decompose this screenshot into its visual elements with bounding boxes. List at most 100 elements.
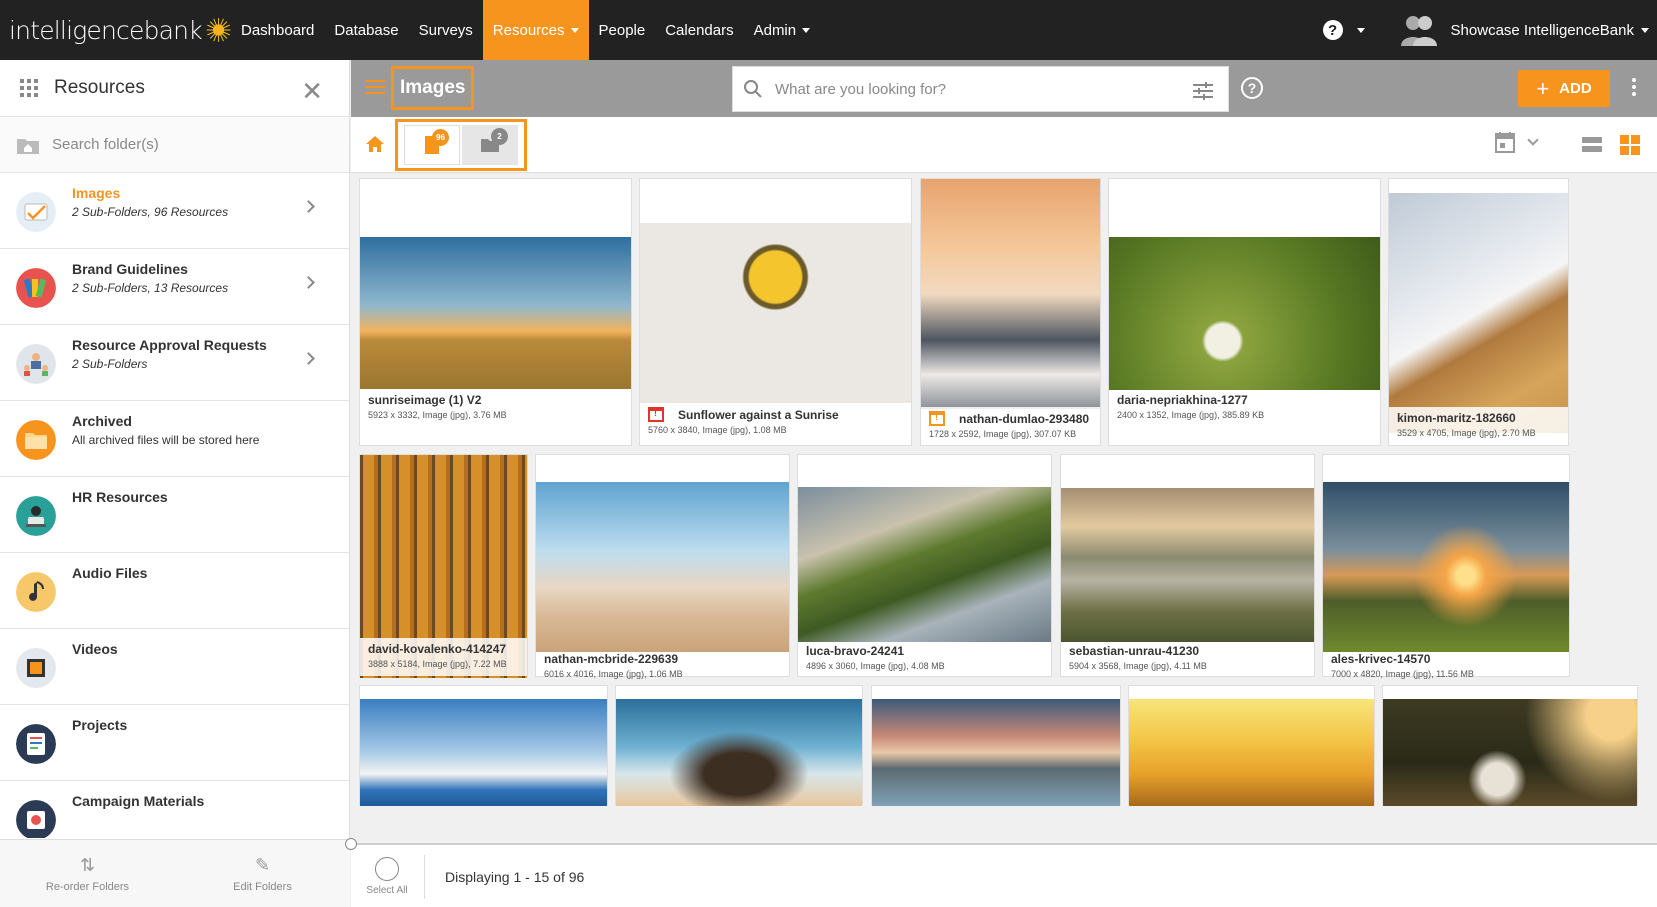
sun-logo-icon	[206, 18, 231, 42]
resource-thumbnail[interactable]	[1389, 193, 1568, 433]
resource-search[interactable]: What are you looking for?	[732, 66, 1229, 112]
filter-sliders-icon[interactable]	[1192, 81, 1214, 101]
folder-name: Campaign Materials	[72, 793, 205, 809]
archive-folder-icon	[16, 420, 56, 460]
date-sort-control[interactable]	[1495, 131, 1539, 153]
resource-meta: 3888 x 5184, Image (jpg), 7.22 MB	[368, 659, 507, 669]
folders-count-badge: 2	[491, 128, 508, 145]
resource-card[interactable]: luca-bravo-24241 4896 x 3060, Image (jpg…	[797, 454, 1052, 677]
resource-thumbnail[interactable]	[1129, 699, 1374, 806]
folders-filter-button[interactable]: 2	[462, 125, 518, 165]
resource-card[interactable]	[1128, 685, 1375, 806]
select-all-checkbox[interactable]	[375, 857, 399, 881]
nav-resources[interactable]: Resources	[482, 0, 589, 60]
nav-admin[interactable]: Admin	[744, 0, 821, 60]
select-all-button[interactable]: Select All	[365, 857, 409, 896]
list-view-icon[interactable]	[1582, 137, 1602, 153]
folder-item-projects[interactable]: Projects	[0, 705, 349, 781]
folder-subtitle: All archived files will be stored here	[72, 433, 260, 447]
folder-item-videos[interactable]: Videos	[0, 629, 349, 705]
help-icon[interactable]: ?	[1322, 20, 1343, 40]
chevron-down-icon	[1527, 134, 1539, 146]
reorder-folders-button[interactable]: ⇅ Re-order Folders	[0, 840, 175, 907]
resource-card[interactable]	[359, 685, 608, 806]
campaign-materials-icon	[16, 800, 56, 838]
resource-thumbnail[interactable]	[872, 699, 1120, 806]
view-toolbar: 96 2	[351, 117, 1657, 173]
intelligencebank-logo[interactable]: intelligencebank	[0, 0, 231, 60]
resource-card[interactable]: sebastian-unrau-41230 5904 x 3568, Image…	[1060, 454, 1315, 677]
resource-gallery: sunriseimage (1) V2 5923 x 3332, Image (…	[351, 173, 1657, 843]
resource-card[interactable]: sunriseimage (1) V2 5923 x 3332, Image (…	[359, 178, 632, 446]
chevron-right-icon[interactable]	[302, 352, 315, 365]
chevron-right-icon[interactable]	[302, 276, 315, 289]
folder-list: Images 2 Sub-Folders, 96 Resources Brand…	[0, 173, 349, 838]
hr-resources-icon	[16, 496, 56, 536]
more-options-icon[interactable]	[1632, 78, 1636, 99]
folder-name: Audio Files	[72, 565, 148, 581]
files-filter-button[interactable]: 96	[404, 125, 460, 165]
nav-surveys[interactable]: Surveys	[409, 0, 483, 60]
hamburger-menu-icon[interactable]	[365, 80, 385, 98]
resource-thumbnail[interactable]	[921, 179, 1100, 409]
apps-grid-icon[interactable]	[20, 79, 38, 97]
folder-item-audio-files[interactable]: Audio Files	[0, 553, 349, 629]
resource-thumbnail[interactable]	[1323, 482, 1569, 652]
folder-item-archived[interactable]: Archived All archived files will be stor…	[0, 401, 349, 477]
folder-item-images[interactable]: Images 2 Sub-Folders, 96 Resources	[0, 173, 349, 249]
resource-card[interactable]	[615, 685, 863, 806]
resource-thumbnail[interactable]	[798, 487, 1051, 642]
folder-subtitle: 2 Sub-Folders	[72, 357, 148, 371]
resource-card[interactable]: nathan-mcbride-229639 6016 x 4016, Image…	[535, 454, 790, 679]
calendar-icon	[1495, 132, 1515, 153]
user-name[interactable]: Showcase IntelligenceBank	[1451, 22, 1634, 39]
resource-card[interactable]	[871, 685, 1121, 806]
folder-home-icon	[17, 138, 39, 154]
grid-view-icon[interactable]	[1620, 135, 1640, 155]
folder-item-resource-approval-requests[interactable]: Resource Approval Requests 2 Sub-Folders	[0, 325, 349, 401]
close-icon[interactable]: ✕	[301, 76, 323, 107]
edit-folders-button[interactable]: ✎ Edit Folders	[175, 840, 350, 907]
user-caret-down-icon[interactable]	[1641, 27, 1649, 33]
sidebar-footer: ⇅ Re-order Folders ✎ Edit Folders	[0, 839, 350, 907]
home-icon[interactable]	[365, 135, 385, 153]
resource-card[interactable]	[1382, 685, 1638, 806]
resource-thumbnail[interactable]	[1109, 237, 1380, 390]
plus-icon: +	[1536, 75, 1550, 101]
folder-search[interactable]: Search folder(s)	[0, 117, 349, 173]
help-caret-down-icon[interactable]	[1356, 27, 1365, 33]
folder-title: Images	[391, 66, 475, 110]
top-navigation-bar: intelligencebank Dashboard Database Surv…	[0, 0, 1657, 60]
resource-thumbnail[interactable]	[360, 699, 607, 806]
help-question-icon[interactable]: ?	[1241, 77, 1263, 99]
expiring-calendar-icon: !	[929, 411, 945, 426]
resource-card[interactable]: daria-nepriakhina-1277 2400 x 1352, Imag…	[1108, 178, 1381, 446]
nav-people[interactable]: People	[589, 0, 656, 60]
resource-card[interactable]: ales-krivec-14570 7000 x 4820, Image (jp…	[1322, 454, 1570, 679]
resource-thumbnail[interactable]	[360, 237, 631, 389]
nav-calendars[interactable]: Calendars	[655, 0, 743, 60]
user-avatar-icon[interactable]	[1399, 12, 1439, 48]
resource-thumbnail[interactable]	[640, 223, 911, 403]
folder-search-input[interactable]: Search folder(s)	[52, 136, 159, 153]
resource-name: david-kovalenko-414247	[368, 642, 507, 656]
search-input[interactable]: What are you looking for?	[775, 81, 946, 98]
resource-card[interactable]: kimon-maritz-182660 3529 x 4705, Image (…	[1388, 178, 1569, 446]
folder-item-brand-guidelines[interactable]: Brand Guidelines 2 Sub-Folders, 13 Resou…	[0, 249, 349, 325]
resource-card[interactable]: david-kovalenko-414247 3888 x 5184, Imag…	[359, 454, 528, 678]
resource-thumbnail[interactable]	[1383, 699, 1637, 806]
folder-item-hr-resources[interactable]: HR Resources	[0, 477, 349, 553]
thumbnail-size-slider[interactable]	[345, 838, 357, 850]
add-button[interactable]: + ADD	[1518, 70, 1610, 107]
resource-name: sebastian-unrau-41230	[1069, 644, 1200, 658]
folder-item-campaign-materials[interactable]: Campaign Materials	[0, 781, 349, 838]
resource-card[interactable]: ! Sunflower against a Sunrise 5760 x 3840…	[639, 178, 912, 446]
resource-card[interactable]: ! nathan-dumlao-293480 1728 x 2592, Image…	[920, 178, 1101, 446]
resource-thumbnail[interactable]	[1061, 488, 1314, 642]
nav-dashboard[interactable]: Dashboard	[231, 0, 324, 60]
resource-thumbnail[interactable]	[536, 482, 789, 652]
chevron-right-icon[interactable]	[302, 200, 315, 213]
nav-database[interactable]: Database	[324, 0, 408, 60]
resource-thumbnail[interactable]	[616, 699, 862, 806]
caret-down-icon	[802, 27, 811, 33]
